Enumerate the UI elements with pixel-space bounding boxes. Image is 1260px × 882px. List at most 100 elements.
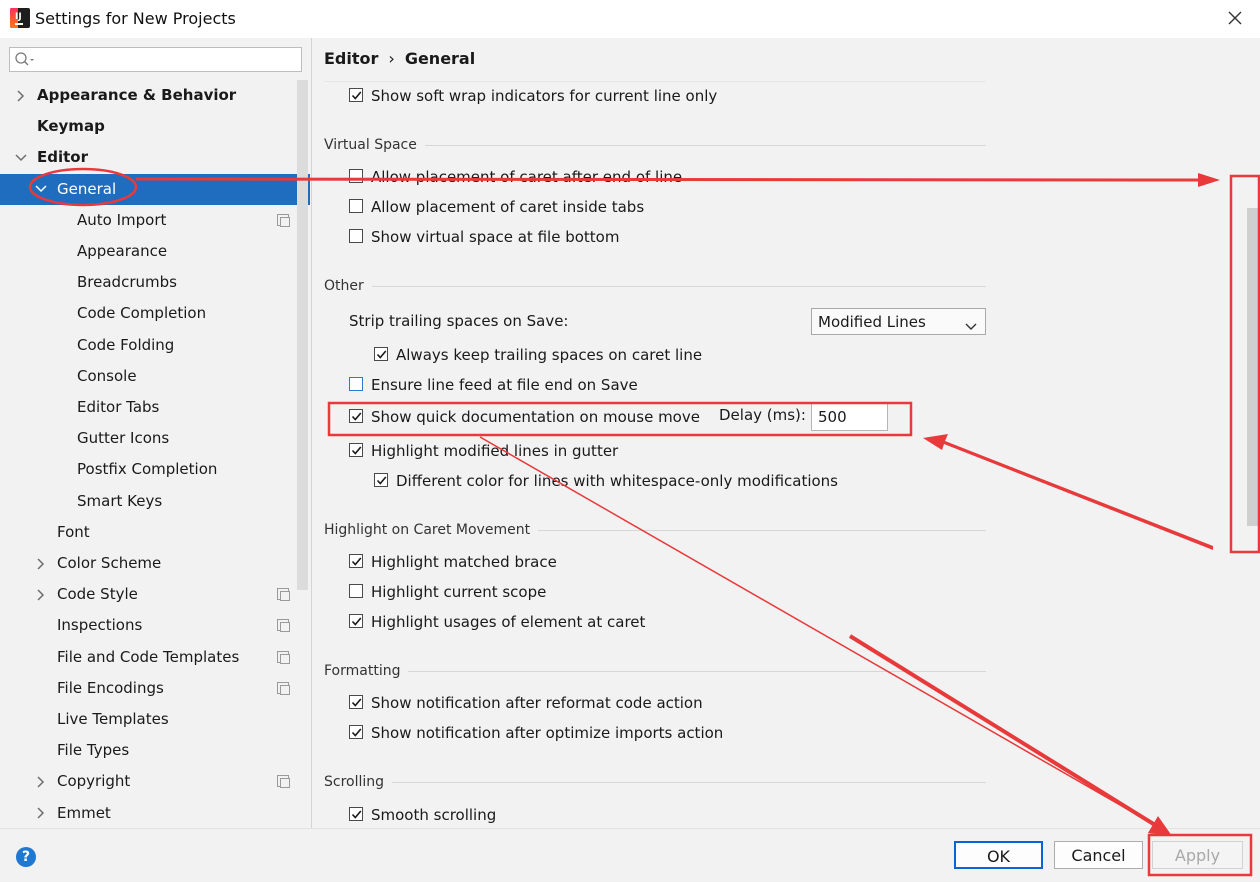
checkbox[interactable] [349,614,363,628]
sidebar-item-font[interactable]: Font [0,517,296,548]
chevron-down-icon[interactable] [34,174,48,205]
sidebar-item-label: Color Scheme [57,554,162,572]
project-level-icon [277,681,290,695]
checkbox[interactable] [349,554,363,568]
chevron-right-icon[interactable] [34,766,48,797]
option-label: Smooth scrolling [371,806,497,824]
section-divider [324,286,986,287]
section-formatting: Formatting [324,663,409,679]
checkbox[interactable] [349,695,363,709]
intellij-logo-icon: IJ [10,8,30,28]
content-scrollbar[interactable] [1247,208,1258,526]
checkbox[interactable] [349,443,363,457]
option-label: Show soft wrap indicators for current li… [371,87,718,105]
checkbox[interactable] [349,199,363,213]
sidebar-item-editor-tabs[interactable]: Editor Tabs [0,392,296,423]
settings-sidebar: Appearance & Behavior Keymap Editor General… [0,38,312,828]
chevron-down-icon[interactable] [14,142,28,173]
window-title: Settings for New Projects [35,9,236,28]
sidebar-item-label: Copyright [57,772,131,791]
checkbox[interactable] [349,584,363,598]
checkbox[interactable] [374,473,388,487]
chevron-right-icon[interactable] [34,579,48,610]
sidebar-item-label: Console [77,366,137,385]
sidebar-item-console[interactable]: Console [0,361,296,392]
option-label: Different color for lines with whitespac… [396,472,839,490]
ok-button[interactable]: OK [954,841,1043,869]
sidebar-item-auto-import[interactable]: Auto Import [0,205,296,236]
settings-search-input[interactable] [9,47,302,72]
checkbox[interactable] [349,377,363,391]
sidebar-item-label: Appearance [77,242,168,260]
checkbox[interactable] [349,409,363,423]
section-virtual-space: Virtual Space [324,137,425,153]
sidebar-item-label: Auto Import [77,210,167,229]
sidebar-item-inspections[interactable]: Inspections [0,610,296,641]
help-icon[interactable]: ? [16,847,36,867]
sidebar-item-file-encodings[interactable]: File Encodings [0,673,296,704]
sidebar-item-keymap[interactable]: Keymap [0,111,296,142]
option-label: Always keep trailing spaces on caret lin… [396,346,703,364]
sidebar-item-label: File and Code Templates [57,647,240,666]
delay-ms-input[interactable]: 500 [811,403,888,431]
title-bar: IJ Settings for New Projects [0,0,1260,38]
project-level-icon [277,775,290,789]
checkbox[interactable] [349,807,363,821]
sidebar-item-file-types[interactable]: File Types [0,735,296,766]
section-divider [324,782,986,783]
chevron-right-icon[interactable] [34,798,48,829]
sidebar-item-label: Editor [37,148,88,167]
sidebar-item-live-templates[interactable]: Live Templates [0,704,296,735]
strip-trailing-select[interactable]: Modified Lines [811,308,986,335]
sidebar-item-emmet[interactable]: Emmet [0,798,296,829]
sidebar-item-code-style[interactable]: Code Style [0,579,296,610]
option-label: Show notification after optimize imports… [371,724,724,742]
option-label: Allow placement of caret after end of li… [371,168,683,186]
sidebar-item-label: General [57,179,117,198]
chevron-right-icon[interactable] [34,548,48,579]
checkbox[interactable] [349,725,363,739]
sidebar-item-code-folding[interactable]: Code Folding [0,330,296,361]
sidebar-item-general[interactable]: General [0,173,310,205]
sidebar-item-label: Breadcrumbs [77,273,177,292]
section-scrolling: Scrolling [324,774,393,790]
close-icon[interactable] [1224,7,1246,29]
sidebar-item-appearance-behavior[interactable]: Appearance & Behavior [0,80,296,111]
delay-label: Delay (ms): [719,406,806,424]
sidebar-item-label: Emmet [57,803,111,822]
breadcrumb-current: General [404,49,476,68]
sidebar-item-breadcrumbs[interactable]: Breadcrumbs [0,267,296,298]
sidebar-item-gutter-icons[interactable]: Gutter Icons [0,423,296,454]
checkbox[interactable] [349,88,363,102]
sidebar-item-smart-keys[interactable]: Smart Keys [0,486,296,517]
sidebar-item-label: Code Completion [77,304,207,323]
project-level-icon [277,650,290,664]
sidebar-item-label: Keymap [37,117,105,136]
breadcrumb-parent[interactable]: Editor [324,49,378,68]
option-label: Allow placement of caret inside tabs [371,198,645,216]
sidebar-item-code-completion[interactable]: Code Completion [0,298,296,329]
option-label: Highlight modified lines in gutter [371,442,619,460]
sidebar-item-appearance[interactable]: Appearance [0,236,296,267]
option-label: Show quick documentation on mouse move [371,408,700,426]
checkbox[interactable] [349,169,363,183]
sidebar-item-postfix-completion[interactable]: Postfix Completion [0,454,296,485]
sidebar-item-label: Editor Tabs [77,398,160,416]
checkbox[interactable] [349,229,363,243]
sidebar-item-file-and-code-templates[interactable]: File and Code Templates [0,642,296,673]
sidebar-item-editor[interactable]: Editor [0,142,296,173]
apply-button[interactable]: Apply [1152,841,1243,869]
strip-trailing-label: Strip trailing spaces on Save: [349,312,569,330]
section-highlight-caret: Highlight on Caret Movement [324,522,539,538]
sidebar-item-label: Inspections [57,616,143,635]
sidebar-item-copyright[interactable]: Copyright [0,766,296,797]
chevron-right-icon[interactable] [14,80,28,111]
cancel-button[interactable]: Cancel [1054,841,1143,869]
sidebar-item-color-scheme[interactable]: Color Scheme [0,548,296,579]
checkbox[interactable] [374,347,388,361]
dialog-footer: ? OK Cancel Apply [0,828,1260,882]
sidebar-scrollbar[interactable] [297,80,308,590]
sidebar-item-label: Live Templates [57,710,169,728]
option-label: Ensure line feed at file end on Save [371,376,638,394]
breadcrumb-separator: › [388,49,395,68]
